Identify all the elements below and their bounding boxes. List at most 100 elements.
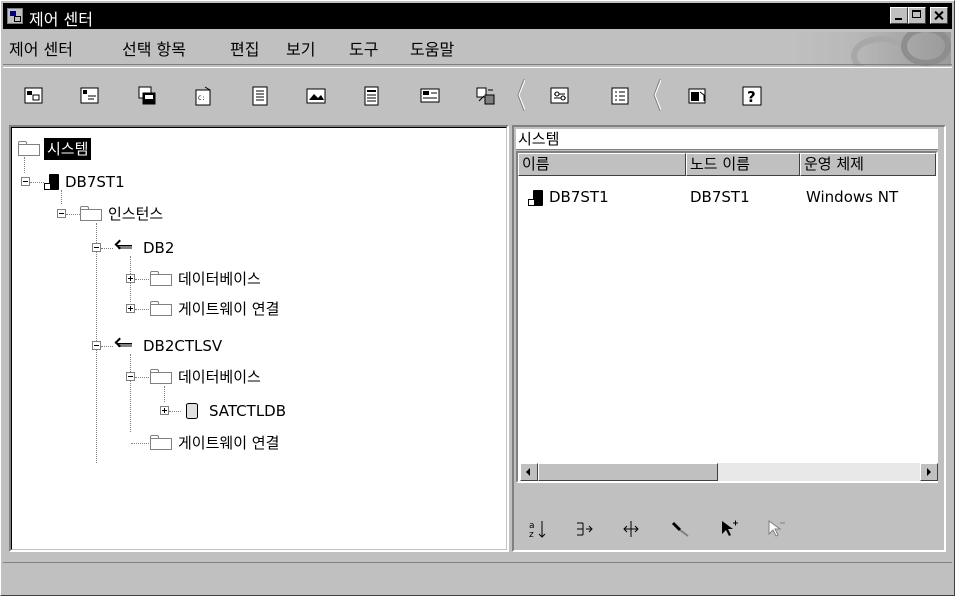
column-header-os[interactable]: 운영 체제 (800, 153, 936, 176)
tree-content: 시스템 DB7ST1 인스턴스 DB2 데이터베이스 게이트웨이 연결 DB2C… (11, 127, 507, 550)
tree-line (164, 386, 166, 402)
scroll-right-button[interactable] (920, 463, 938, 481)
tree-line (24, 157, 26, 173)
contents-pane: 시스템 이름 노드 이름 운영 체제 DB7ST1 DB7ST1 Windows… (512, 125, 946, 552)
tree-line (169, 411, 181, 413)
status-bar (3, 562, 952, 593)
menu-edit[interactable]: 편집 (230, 36, 259, 60)
collapse-toggle[interactable] (126, 372, 135, 381)
object-tree-pane[interactable]: 시스템 DB7ST1 인스턴스 DB2 데이터베이스 게이트웨이 연결 DB2C… (9, 125, 509, 552)
menu-help[interactable]: 도움말 (410, 36, 454, 60)
instance-icon (114, 241, 136, 255)
instances-view-icon[interactable] (80, 86, 100, 106)
tree-label-db2: DB2 (143, 239, 175, 257)
tree-line (61, 190, 63, 204)
command-center-icon[interactable]: C: (193, 86, 213, 106)
task-center-icon[interactable] (610, 86, 630, 106)
left-arrow-icon (526, 468, 530, 476)
tree-line (135, 309, 149, 311)
filter-icon[interactable] (574, 518, 596, 540)
replication-center-icon[interactable] (137, 86, 157, 106)
folder-icon (150, 435, 172, 450)
right-arrow-icon (927, 468, 931, 476)
column-header-node[interactable]: 노드 이름 (686, 153, 800, 176)
select-all-icon[interactable] (718, 518, 740, 540)
folder-open-icon (18, 141, 40, 156)
tree-label-system: DB7ST1 (65, 173, 125, 191)
svg-text:?: ? (747, 88, 756, 106)
collapse-toggle[interactable] (21, 177, 30, 186)
script-center-icon[interactable] (250, 86, 270, 106)
contents-list[interactable]: 이름 노드 이름 운영 체제 DB7ST1 DB7ST1 Windows NT (516, 151, 938, 483)
tree-line (101, 346, 113, 348)
tree-line (30, 182, 44, 184)
close-button[interactable] (930, 7, 948, 24)
information-center-icon[interactable] (687, 86, 707, 106)
folder-icon (150, 301, 172, 316)
toolbar-separator (3, 64, 952, 68)
cell-os: Windows NT (806, 188, 899, 206)
collapse-toggle[interactable] (92, 341, 101, 350)
tree-label-databases: 데이터베이스 (178, 270, 261, 288)
control-center-icon[interactable] (7, 8, 23, 24)
collapse-toggle[interactable] (57, 209, 66, 218)
alert-center-icon[interactable] (306, 86, 326, 106)
tree-label-databases: 데이터베이스 (178, 368, 261, 386)
scroll-thumb[interactable] (538, 463, 718, 481)
database-icon (186, 403, 198, 419)
toolbar-divider (517, 78, 526, 112)
license-center-icon[interactable] (420, 86, 440, 106)
tree-line (130, 354, 132, 432)
tree-label-db2ctlsv: DB2CTLSV (143, 337, 223, 355)
computer-icon (528, 190, 544, 207)
cell-name: DB7ST1 (549, 188, 609, 206)
expand-toggle[interactable] (160, 406, 169, 415)
maximize-button[interactable] (908, 7, 926, 24)
tools-settings-icon[interactable] (550, 86, 570, 106)
instance-icon (114, 339, 136, 353)
minimize-button[interactable] (890, 7, 908, 24)
expand-toggle[interactable] (126, 304, 135, 313)
development-center-icon[interactable] (476, 86, 496, 106)
scroll-left-button[interactable] (520, 463, 538, 481)
menu-tools[interactable]: 도구 (349, 36, 378, 60)
tree-line (131, 443, 149, 445)
contents-title-label: 시스템 (518, 130, 560, 148)
db2-logo (791, 32, 951, 66)
menu-view[interactable]: 보기 (286, 36, 315, 60)
tree-label-gateway: 게이트웨이 연결 (178, 300, 280, 318)
folder-icon (80, 206, 102, 221)
folder-icon (150, 271, 172, 286)
computer-icon (44, 174, 60, 191)
deselect-all-icon[interactable] (765, 518, 787, 540)
title-bar[interactable]: 제어 센터 (3, 3, 952, 29)
svg-text:z: z (529, 530, 534, 540)
menu-selected[interactable]: 선택 항목 (122, 36, 186, 60)
sort-icon[interactable]: az (528, 518, 550, 540)
tree-line (66, 214, 80, 216)
window-title: 제어 센터 (29, 10, 93, 29)
tree-label-gateway: 게이트웨이 연결 (178, 434, 280, 452)
tree-line (135, 279, 149, 281)
contents-title: 시스템 (516, 129, 938, 150)
collapse-toggle[interactable] (92, 243, 101, 252)
tree-label-instances: 인스턴스 (108, 205, 164, 223)
menu-control-center[interactable]: 제어 센터 (9, 36, 73, 60)
folder-icon (150, 369, 172, 384)
cell-node: DB7ST1 (690, 188, 750, 206)
toolbar-divider (653, 78, 662, 112)
customize-columns-icon[interactable] (620, 518, 642, 540)
tree-label-satctldb: SATCTLDB (209, 402, 287, 420)
svg-text:C:: C: (198, 95, 205, 102)
tree-root-label: 시스템 (44, 138, 92, 160)
journal-icon[interactable] (362, 86, 382, 106)
table-row[interactable]: DB7ST1 DB7ST1 Windows NT (522, 187, 932, 209)
horizontal-scrollbar[interactable] (520, 463, 938, 481)
systems-view-icon[interactable] (24, 86, 44, 106)
column-header-name[interactable]: 이름 (518, 153, 686, 176)
tree-line (135, 377, 149, 379)
tree-line (101, 248, 113, 250)
help-icon[interactable]: ? (742, 86, 762, 106)
expand-toggle[interactable] (126, 274, 135, 283)
find-icon[interactable] (670, 518, 692, 540)
